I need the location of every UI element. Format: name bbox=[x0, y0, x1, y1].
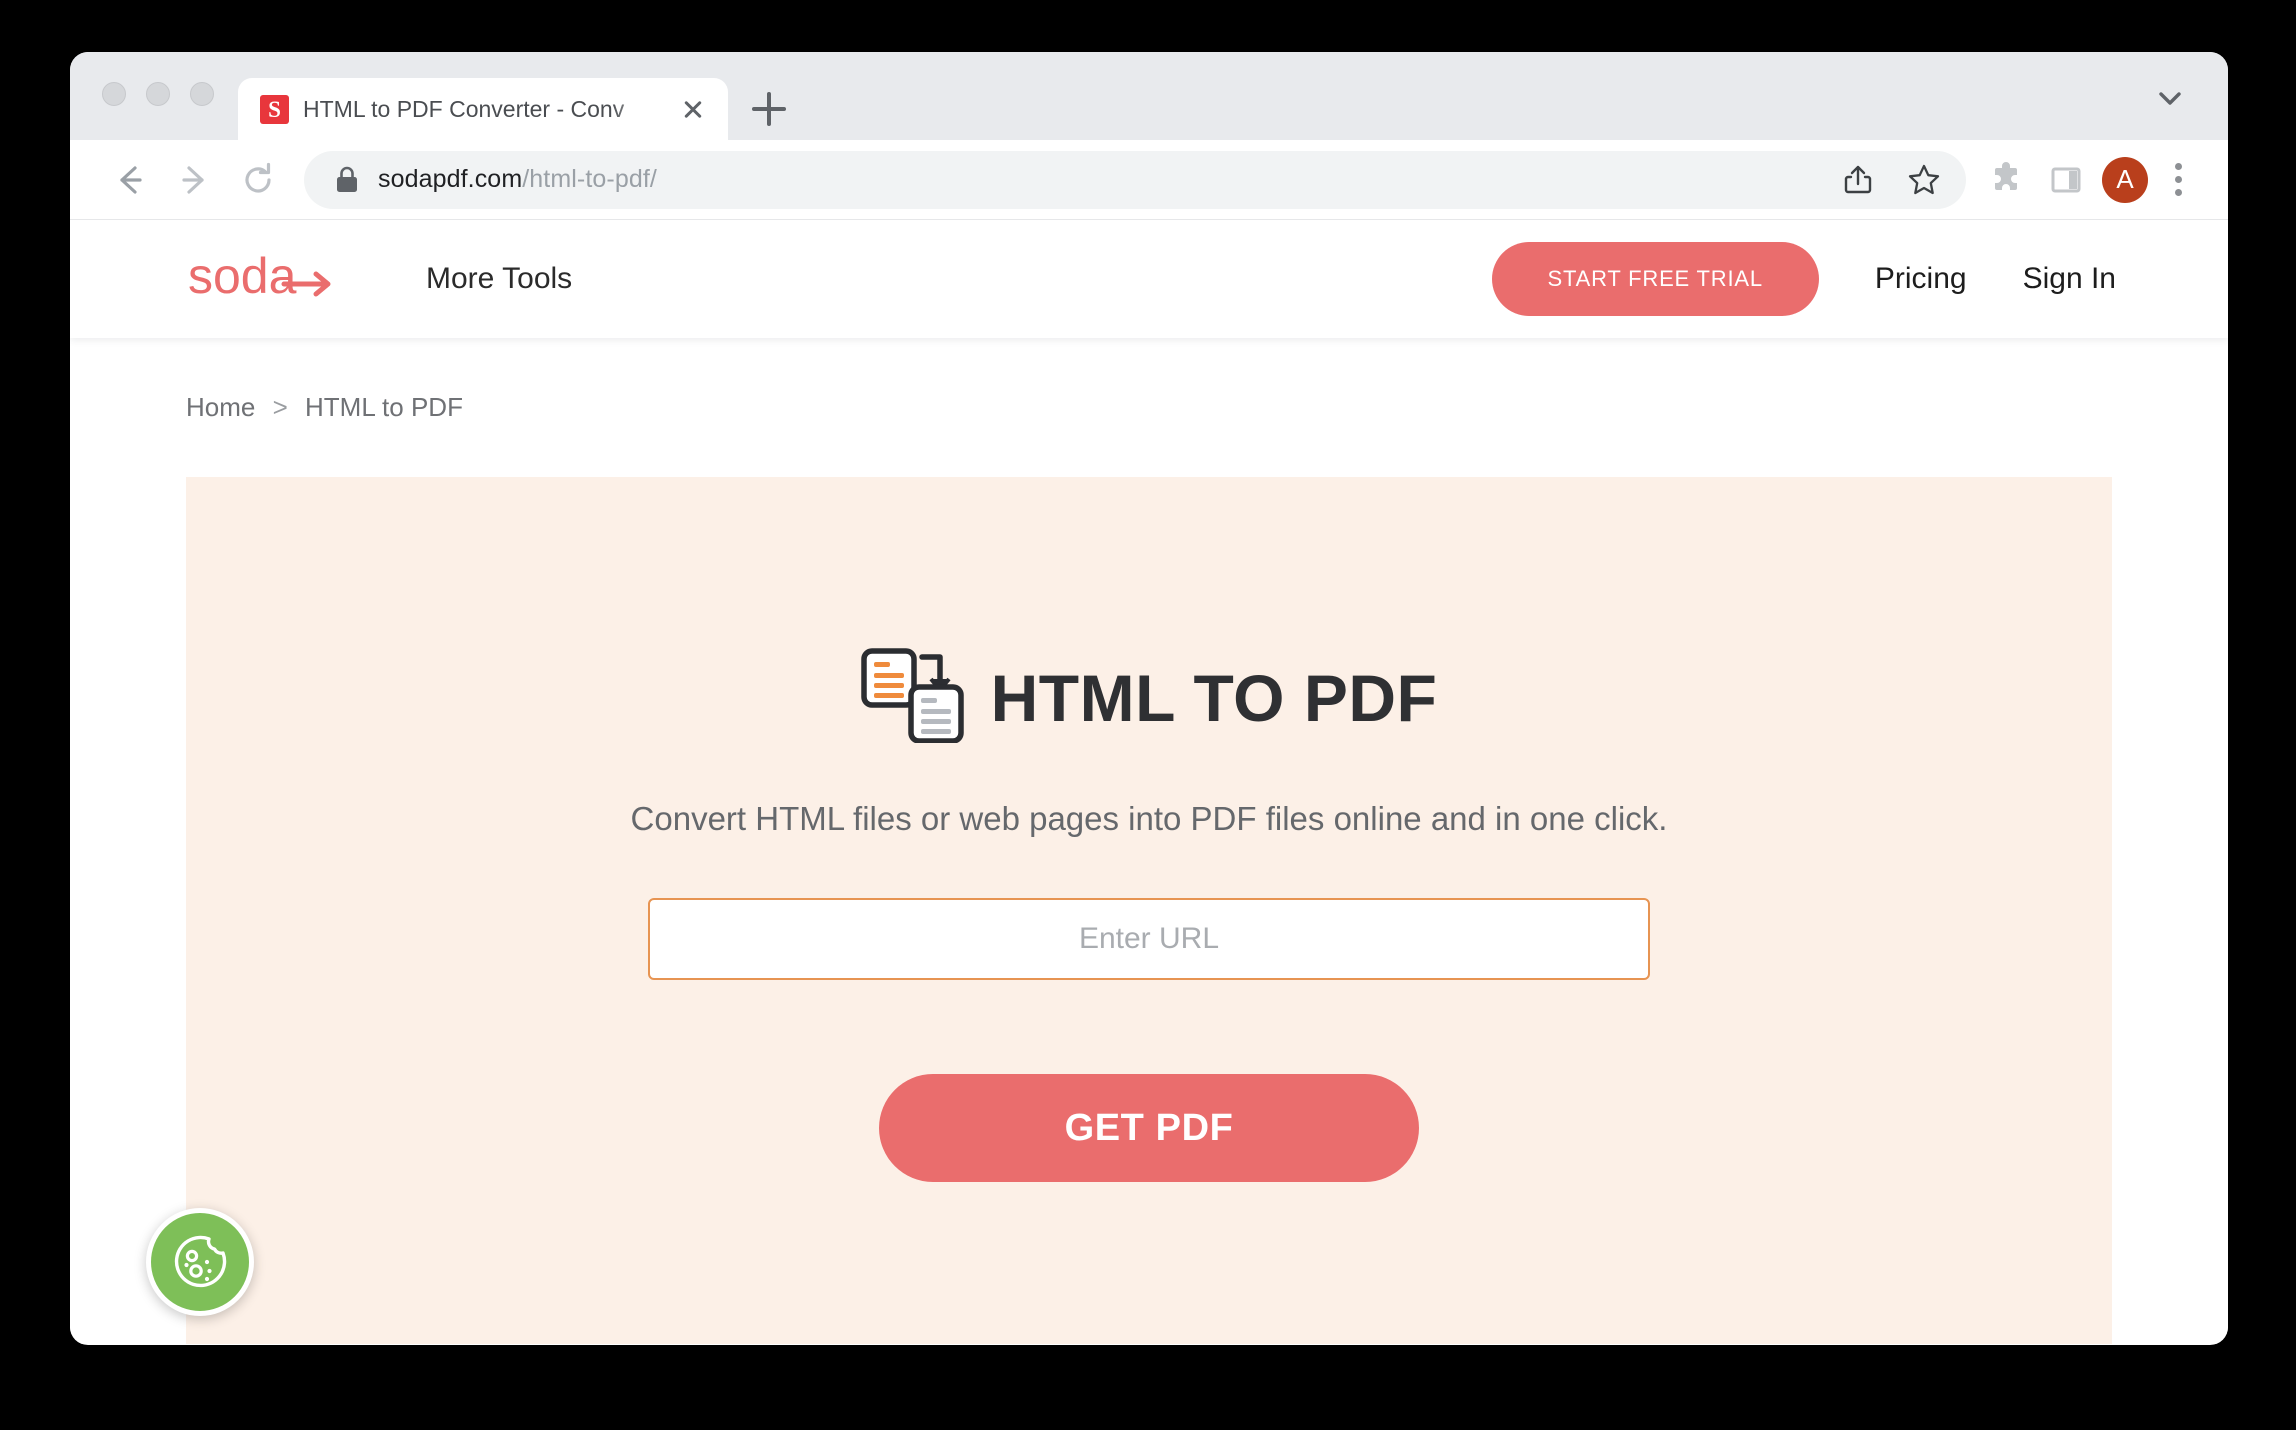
hero-subtitle: Convert HTML files or web pages into PDF… bbox=[630, 800, 1668, 837]
browser-window: S HTML to PDF Converter - Conv sodapdf.c… bbox=[70, 52, 2228, 1345]
browser-toolbar: sodapdf.com/html-to-pdf/ A bbox=[70, 140, 2228, 220]
nav-pricing[interactable]: Pricing bbox=[1875, 262, 1967, 296]
sodapdf-favicon: S bbox=[260, 94, 289, 124]
profile-avatar[interactable]: A bbox=[2102, 156, 2148, 203]
page-viewport: soda More Tools START FREE TRIAL Pricing… bbox=[70, 220, 2228, 1344]
site-header: soda More Tools START FREE TRIAL Pricing… bbox=[70, 220, 2228, 338]
page-title: HTML TO PDF bbox=[990, 660, 1438, 735]
share-icon[interactable] bbox=[1828, 150, 1888, 210]
lock-icon bbox=[334, 165, 360, 195]
breadcrumb-separator: > bbox=[272, 392, 288, 422]
nav-more-tools[interactable]: More Tools bbox=[426, 262, 572, 296]
maximize-window-button[interactable] bbox=[190, 82, 214, 106]
browser-menu-icon[interactable] bbox=[2154, 150, 2202, 210]
breadcrumb: Home > HTML to PDF bbox=[70, 338, 2228, 423]
omnibox-actions bbox=[1828, 151, 1954, 209]
bookmark-star-icon[interactable] bbox=[1894, 150, 1954, 210]
chevron-down-icon[interactable] bbox=[2150, 78, 2190, 118]
url-path: /html-to-pdf/ bbox=[522, 165, 657, 193]
tab-title: HTML to PDF Converter - Conv bbox=[303, 95, 625, 122]
back-icon[interactable] bbox=[98, 148, 162, 212]
forward-icon[interactable] bbox=[162, 148, 226, 212]
new-tab-button[interactable] bbox=[734, 78, 804, 140]
hero-panel: HTML TO PDF Convert HTML files or web pa… bbox=[186, 477, 2112, 1344]
hero-heading-row: HTML TO PDF bbox=[860, 647, 1438, 748]
header-actions: START FREE TRIAL Pricing Sign In bbox=[1491, 242, 2178, 316]
side-panel-icon[interactable] bbox=[2036, 150, 2096, 210]
cookie-settings-button[interactable] bbox=[146, 1208, 254, 1316]
close-tab-icon[interactable] bbox=[676, 92, 710, 126]
svg-text:soda: soda bbox=[188, 248, 297, 304]
extensions-puzzle-icon[interactable] bbox=[1976, 150, 2036, 210]
breadcrumb-home[interactable]: Home bbox=[186, 392, 255, 422]
html-to-pdf-icon bbox=[860, 647, 965, 748]
url-input[interactable] bbox=[648, 898, 1650, 980]
tab-strip: S HTML to PDF Converter - Conv bbox=[70, 52, 2228, 140]
soda-logo[interactable]: soda bbox=[188, 248, 358, 310]
window-traffic-lights bbox=[70, 82, 238, 140]
url-text: sodapdf.com/html-to-pdf/ bbox=[378, 165, 657, 194]
breadcrumb-current: HTML to PDF bbox=[305, 392, 463, 422]
cookie-icon bbox=[174, 1235, 227, 1288]
browser-tab[interactable]: S HTML to PDF Converter - Conv bbox=[238, 78, 728, 140]
get-pdf-button[interactable]: GET PDF bbox=[879, 1074, 1419, 1182]
start-free-trial-button[interactable]: START FREE TRIAL bbox=[1491, 242, 1819, 316]
address-bar[interactable]: sodapdf.com/html-to-pdf/ bbox=[304, 150, 1966, 209]
url-domain: sodapdf.com bbox=[378, 165, 523, 193]
minimize-window-button[interactable] bbox=[146, 82, 170, 106]
reload-icon[interactable] bbox=[226, 148, 290, 212]
close-window-button[interactable] bbox=[102, 82, 126, 106]
nav-sign-in[interactable]: Sign In bbox=[2023, 262, 2116, 296]
